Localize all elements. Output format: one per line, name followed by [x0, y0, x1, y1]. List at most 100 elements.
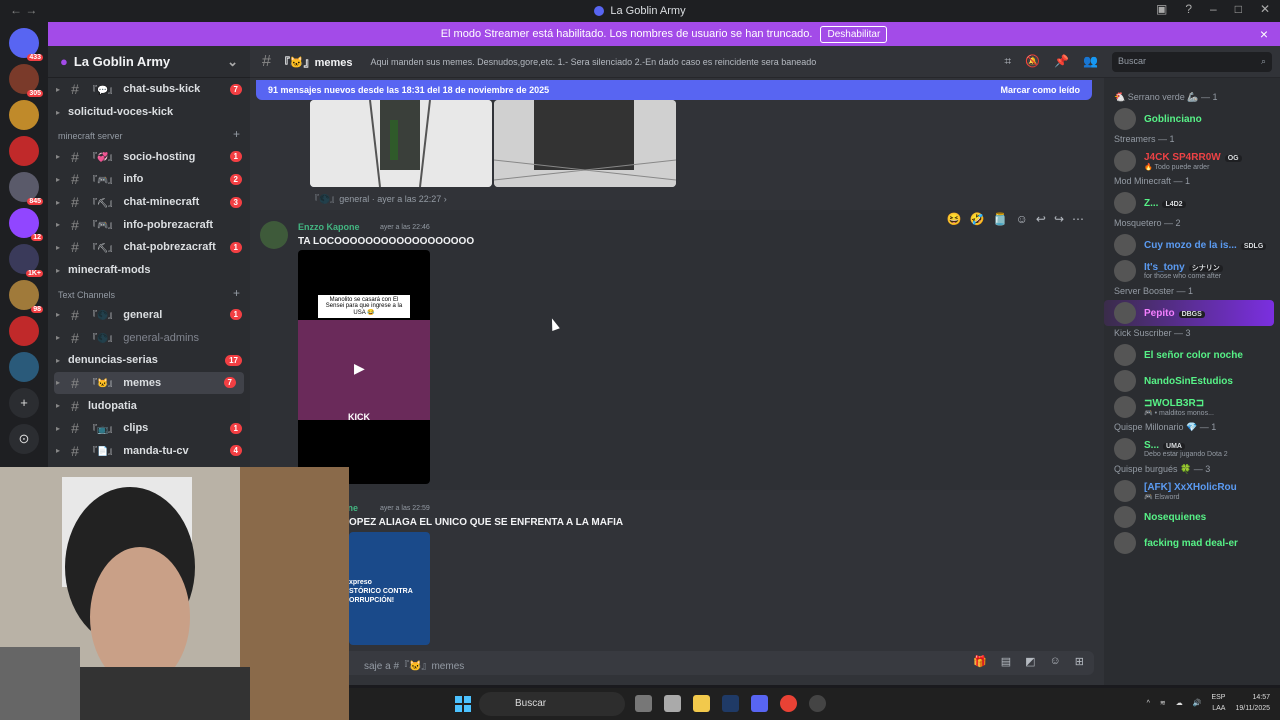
sticker-icon[interactable]: ◩: [1025, 655, 1035, 668]
close-icon[interactable]: ×: [1260, 26, 1268, 42]
tray-chevron-icon[interactable]: ^: [1147, 700, 1150, 707]
server-icon[interactable]: 12: [9, 208, 43, 241]
member-item[interactable]: NandoSinEstudios: [1104, 368, 1280, 394]
member-item[interactable]: [AFK] XxXHolicRou 🎮 Elsword: [1104, 478, 1280, 504]
channel-topic[interactable]: Aqui manden sus memes. Desnudos,gore,etc…: [371, 57, 817, 67]
channel-item[interactable]: ▸ # 『🌑』 general-admins: [48, 326, 250, 349]
server-icon[interactable]: [9, 352, 39, 382]
photoshop-icon[interactable]: [722, 695, 739, 712]
channel-category[interactable]: minecraft server +: [48, 123, 250, 145]
add-server-icon[interactable]: +: [9, 388, 39, 418]
search-input[interactable]: Buscar ⌕: [1112, 52, 1272, 72]
wifi-icon[interactable]: ≋: [1160, 699, 1166, 707]
member-item[interactable]: J4CK SP4RR0W OG 🔥 Todo puede arder: [1104, 148, 1280, 174]
channel-item[interactable]: ▸ # 『📺』 clips 1: [48, 417, 250, 440]
obs-icon[interactable]: [809, 695, 826, 712]
back-forward-arrows[interactable]: ← →: [10, 3, 37, 17]
server-icon[interactable]: 98: [9, 280, 43, 313]
emoji-react-icon[interactable]: 🫙: [993, 212, 1008, 226]
message-author[interactable]: Enzzo Kapone: [298, 222, 360, 232]
threads-icon[interactable]: ⌗: [1004, 54, 1011, 69]
app-icon[interactable]: [664, 695, 681, 712]
channel-item[interactable]: ▸ # ludopatia: [48, 394, 250, 417]
avatar[interactable]: [260, 221, 288, 249]
minimize-icon[interactable]: –: [1210, 2, 1217, 16]
forward-icon[interactable]: ↪: [1054, 212, 1064, 226]
cloud-icon[interactable]: ☁: [1176, 699, 1183, 707]
channel-item[interactable]: ▸ solicitud-voces-kick: [48, 101, 250, 124]
member-item[interactable]: facking mad deal-er: [1104, 530, 1280, 556]
server-icon[interactable]: 305: [9, 64, 43, 97]
chrome-icon[interactable]: [780, 695, 797, 712]
taskbar-search[interactable]: Buscar: [479, 692, 625, 716]
apps-icon[interactable]: ⊞: [1075, 655, 1084, 668]
discover-icon[interactable]: ⊙: [9, 424, 39, 454]
member-item[interactable]: ⊐WOLB3R⊐ 🎮 • malditos monos...: [1104, 394, 1280, 420]
channel-item[interactable]: ▸ # 『⛏』 chat-minecraft 3: [48, 191, 250, 214]
channel-item[interactable]: ▸ denuncias-serias 17: [48, 349, 250, 372]
guild-header[interactable]: ● La Goblin Army ⌄: [48, 46, 250, 78]
search-bar[interactable]: Buscar ⌕: [1104, 46, 1280, 78]
attached-image[interactable]: [494, 100, 676, 187]
members-icon[interactable]: 👥: [1083, 54, 1098, 69]
emoji-react-icon[interactable]: 🤣: [970, 212, 985, 226]
play-icon[interactable]: ▶: [354, 360, 365, 377]
member-item[interactable]: Nosequienes: [1104, 504, 1280, 530]
chevron-down-icon[interactable]: ⌄: [227, 54, 238, 70]
mark-read-button[interactable]: Marcar como leído: [1000, 85, 1080, 95]
server-icon[interactable]: 845: [9, 172, 43, 205]
task-view-icon[interactable]: [635, 695, 652, 712]
clock[interactable]: 14:57 19/11/2025: [1235, 692, 1270, 714]
channel-category[interactable]: Text Channels +: [48, 282, 250, 304]
member-item[interactable]: Z... L4D2: [1104, 190, 1280, 216]
add-reaction-icon[interactable]: ☺: [1016, 212, 1028, 226]
channel-item[interactable]: ▸ # 『🐱』 memes 7: [54, 371, 244, 395]
video-attachment[interactable]: Manolito se casará con El Sensei para qu…: [298, 250, 430, 484]
gift-icon[interactable]: 🎁: [973, 655, 987, 668]
member-item[interactable]: It's_tony シナリン for those who come after: [1104, 258, 1280, 284]
disable-streamer-button[interactable]: Deshabilitar: [820, 25, 888, 43]
language-indicator[interactable]: ESP LAA: [1211, 692, 1225, 714]
server-icon[interactable]: 1K+: [9, 244, 43, 277]
server-icon[interactable]: [9, 316, 39, 346]
close-icon[interactable]: ✕: [1260, 2, 1270, 16]
server-icon[interactable]: [9, 136, 39, 166]
member-item[interactable]: El señor color noche: [1104, 342, 1280, 368]
channel-item[interactable]: ▸ # 『💞』 socio-hosting 1: [48, 145, 250, 168]
file-explorer-icon[interactable]: [693, 695, 710, 712]
add-channel-icon[interactable]: +: [233, 127, 240, 141]
pin-icon[interactable]: 📌: [1054, 54, 1069, 69]
maximize-icon[interactable]: □: [1235, 2, 1242, 16]
add-channel-icon[interactable]: +: [233, 286, 240, 300]
gif-icon[interactable]: ▤: [1001, 655, 1011, 668]
message-input[interactable]: saje a #『🐱』memes: [264, 651, 1094, 675]
member-item[interactable]: Cuy mozo de la is... SDLG: [1104, 232, 1280, 258]
mute-icon[interactable]: 🔕: [1025, 54, 1040, 69]
emoji-icon[interactable]: ☺: [1050, 655, 1061, 668]
emoji-react-icon[interactable]: 😆: [947, 212, 962, 226]
server-icon[interactable]: 433: [9, 28, 43, 61]
more-icon[interactable]: ⋯: [1072, 212, 1084, 226]
discord-icon[interactable]: [751, 695, 768, 712]
help-icon[interactable]: ?: [1185, 2, 1192, 16]
channel-item[interactable]: ▸ # 『💬』 chat-subs-kick 7: [48, 78, 250, 101]
inbox-icon[interactable]: ▣: [1156, 2, 1167, 16]
member-item[interactable]: Pepito DBGS: [1104, 300, 1274, 326]
forward-reference[interactable]: 『🌑』general · ayer a las 22:27 ›: [310, 192, 447, 205]
speaker-icon[interactable]: 🔊: [1193, 699, 1202, 707]
channel-item[interactable]: ▸ minecraft-mods: [48, 259, 250, 282]
window-controls[interactable]: ▣? – □ ✕: [1156, 2, 1270, 16]
new-messages-bar[interactable]: 91 mensajes nuevos desde las 18:31 del 1…: [256, 80, 1092, 100]
image-attachment[interactable]: xpreso STÓRICO CONTRA ORRUPCIÓN!: [349, 532, 430, 645]
windows-start-icon[interactable]: [455, 696, 471, 712]
reply-icon[interactable]: ↩: [1036, 212, 1046, 226]
channel-item[interactable]: ▸ # 『🎮』 info 2: [48, 168, 250, 191]
member-item[interactable]: S... UMA Debo estar jugando Dota 2: [1104, 436, 1280, 462]
channel-item[interactable]: ▸ # 『⛏』 chat-pobrezacraft 1: [48, 236, 250, 259]
channel-item[interactable]: ▸ # 『🎮』 info-pobrezacraft: [48, 213, 250, 236]
attached-image[interactable]: [310, 100, 492, 187]
channel-item[interactable]: ▸ # 『🌑』 general 1: [48, 304, 250, 327]
member-item[interactable]: Goblinciano: [1104, 106, 1280, 132]
server-icon[interactable]: [9, 100, 39, 130]
channel-item[interactable]: ▸ # 『📄』 manda-tu-cv 4: [48, 440, 250, 463]
